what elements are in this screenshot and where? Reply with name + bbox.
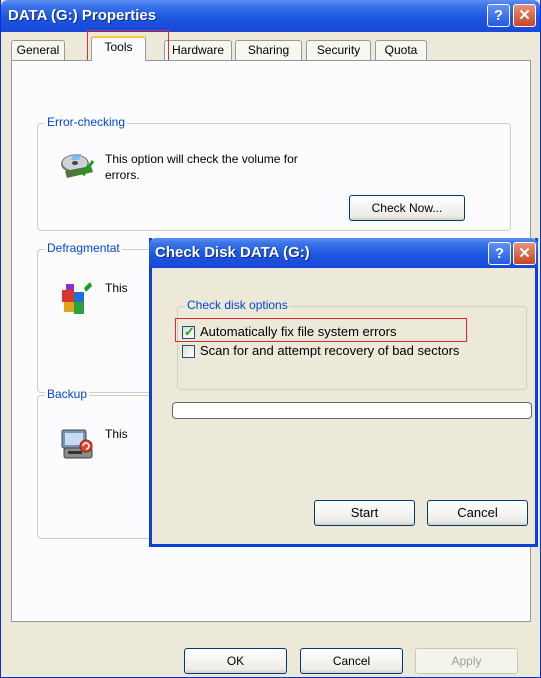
start-button[interactable]: Start <box>314 500 415 526</box>
check-disk-title: Check Disk DATA (G:) <box>155 244 310 261</box>
backup-icon <box>60 426 96 465</box>
dialog-close-button[interactable]: ✕ <box>513 242 536 265</box>
tab-sharing[interactable]: Sharing <box>235 40 302 60</box>
scan-sectors-label[interactable]: Scan for and attempt recovery of bad sec… <box>200 343 459 359</box>
properties-window-title: DATA (G:) Properties <box>8 7 157 24</box>
defragment-icon <box>60 280 94 319</box>
check-disk-title-bar[interactable]: Check Disk DATA (G:) ? ✕ <box>149 238 538 268</box>
defragmentation-text: This <box>105 281 128 295</box>
tab-tools[interactable]: Tools <box>91 36 146 61</box>
tab-hardware[interactable]: Hardware <box>164 40 232 60</box>
tab-quota[interactable]: Quota <box>375 40 427 60</box>
check-disk-options-legend: Check disk options <box>185 298 290 312</box>
backup-group: Backup This <box>37 387 157 539</box>
check-disk-options-group: Check disk options ✓ Automatically fix f… <box>177 298 527 390</box>
properties-title-bar[interactable]: DATA (G:) Properties ? ✕ <box>1 0 540 32</box>
dialog-help-button[interactable]: ? <box>488 242 511 265</box>
tab-general[interactable]: General <box>11 40 65 60</box>
checkmark-icon: ✓ <box>184 324 195 339</box>
scan-sectors-checkbox[interactable] <box>182 345 195 358</box>
backup-text: This <box>105 427 128 441</box>
ok-button[interactable]: OK <box>184 648 287 674</box>
tab-strip: General Tools Hardware Sharing Security … <box>11 36 530 61</box>
dialog-cancel-button[interactable]: Cancel <box>427 500 528 526</box>
error-checking-text-2: errors. <box>105 168 140 182</box>
disk-check-icon <box>59 150 95 185</box>
backup-legend: Backup <box>45 387 90 401</box>
autofix-checkbox[interactable]: ✓ <box>182 324 195 339</box>
autofix-label[interactable]: Automatically fix file system errors <box>200 324 397 340</box>
check-now-button[interactable]: Check Now... <box>349 195 465 221</box>
error-checking-group: Error-checking This option will check th… <box>37 115 511 231</box>
error-checking-legend: Error-checking <box>45 115 128 129</box>
tab-security[interactable]: Security <box>306 40 371 60</box>
check-disk-progress-bar <box>172 402 532 419</box>
apply-button[interactable]: Apply <box>415 648 518 674</box>
help-button[interactable]: ? <box>487 4 510 27</box>
error-checking-text-1: This option will check the volume for <box>105 152 298 166</box>
close-button[interactable]: ✕ <box>513 4 536 27</box>
defragmentation-group: Defragmentat This <box>37 241 157 393</box>
check-disk-dialog: Check Disk DATA (G:) ? ✕ Check disk opti… <box>149 238 538 547</box>
cancel-button[interactable]: Cancel <box>300 648 403 674</box>
defragmentation-legend: Defragmentat <box>45 241 122 255</box>
